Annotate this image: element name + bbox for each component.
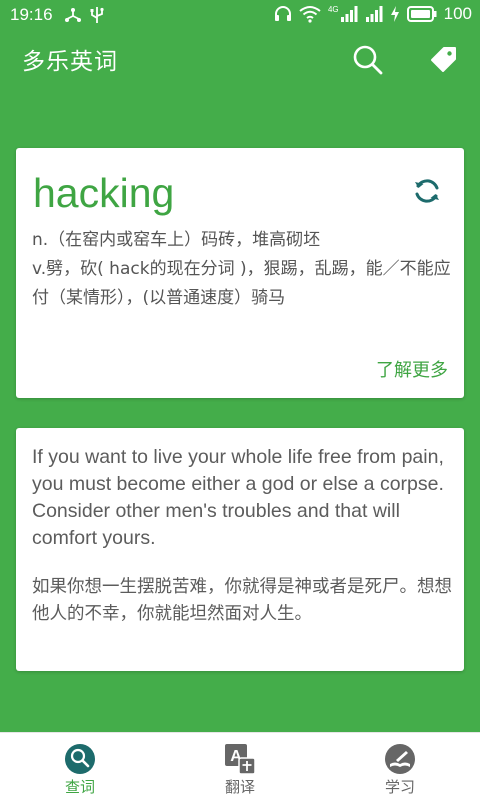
- study-icon: [385, 744, 415, 774]
- definitions: n.（在窑内或窑车上）码砖，堆高砌坯 v.劈，砍( hack的现在分词 )，狠踢…: [32, 226, 452, 313]
- charging-icon: [390, 6, 399, 22]
- nav-item-translate[interactable]: A 翻译: [200, 733, 280, 800]
- headphone-icon: [274, 6, 291, 21]
- battery-percent: 100: [443, 4, 472, 23]
- tag-icon: [431, 47, 456, 72]
- quote-chinese: 如果你想一生摆脱苦难，你就得是神或者是死尸。想想他人的不幸，你就能坦然面对人生。: [32, 577, 452, 624]
- signal-icon: [365, 6, 383, 22]
- quote-english: If you want to live your whole life free…: [32, 446, 444, 549]
- nav-label-study: 学习: [384, 778, 415, 796]
- definition-noun: n.（在窑内或窑车上）码砖，堆高砌坯: [32, 230, 321, 250]
- word-card: hacking n.（在窑内或窑车上）码砖，堆高砌坯 v.劈，砍( hack的现…: [16, 148, 464, 398]
- nav-item-lookup[interactable]: 查词: [40, 733, 120, 800]
- app-bar: 多乐英词: [0, 30, 480, 88]
- refresh-icon: [415, 179, 439, 203]
- usb-icon: [90, 7, 104, 23]
- nav-label-translate: 翻译: [224, 778, 255, 796]
- wifi-icon: [299, 6, 321, 23]
- status-bar: 19:16 4G 100: [0, 0, 480, 30]
- word-headword: hacking: [33, 170, 175, 216]
- tag-button[interactable]: [426, 42, 460, 76]
- nav-item-study[interactable]: 学习: [360, 733, 440, 800]
- quote-card: If you want to live your whole life free…: [16, 428, 464, 671]
- learn-more-link[interactable]: 了解更多: [376, 356, 448, 382]
- network-type: 4G: [327, 4, 339, 14]
- battery-icon: [406, 6, 437, 22]
- search-icon: [353, 45, 383, 75]
- status-time: 19:16: [10, 5, 53, 24]
- signal-icon: [340, 6, 358, 22]
- usb-share-icon: [65, 8, 81, 22]
- lookup-icon: [65, 744, 95, 774]
- app-title: 多乐英词: [22, 49, 118, 75]
- search-button[interactable]: [350, 42, 384, 76]
- definition-verb: v.劈，砍( hack的现在分词 )，狠踢，乱踢，能／不能应付（某情形），(以普…: [32, 259, 451, 308]
- nav-label-lookup: 查词: [64, 778, 95, 796]
- translate-icon: A: [225, 744, 256, 775]
- refresh-button[interactable]: [412, 176, 442, 206]
- bottom-nav: 查词 A 翻译 学习: [0, 732, 480, 800]
